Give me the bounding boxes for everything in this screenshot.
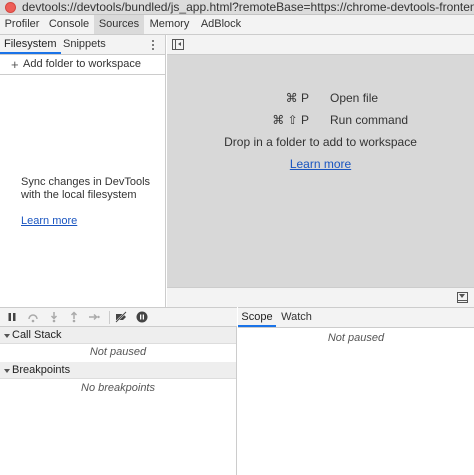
debugger-sidebar: Call Stack Not paused Breakpoints No bre… bbox=[0, 327, 237, 475]
open-file-shortcut: ⌘ P bbox=[285, 91, 309, 105]
editor-toolbar bbox=[167, 35, 474, 55]
call-stack-title: Call Stack bbox=[12, 329, 62, 341]
window-titlebar: devtools://devtools/bundled/js_app.html?… bbox=[0, 0, 474, 15]
tab-snippets[interactable]: Snippets bbox=[62, 35, 107, 54]
toggle-navigator-icon[interactable] bbox=[172, 39, 184, 50]
navigator-tab-bar: Filesystem Snippets bbox=[0, 35, 165, 55]
pause-on-exceptions-icon[interactable] bbox=[136, 311, 148, 323]
editor-pane: ⌘ P Open file ⌘ ⇧ P Run command Drop in … bbox=[167, 35, 474, 307]
toggle-debugger-icon[interactable] bbox=[457, 292, 468, 303]
tab-sources[interactable]: Sources bbox=[94, 15, 144, 34]
breakpoints-header[interactable]: Breakpoints bbox=[0, 362, 236, 379]
add-folder-label: Add folder to workspace bbox=[23, 58, 142, 70]
navigator-learn-more-link[interactable]: Learn more bbox=[21, 215, 77, 227]
tab-memory[interactable]: Memory bbox=[144, 15, 195, 34]
add-folder-button[interactable]: + Add folder to workspace bbox=[0, 55, 165, 75]
editor-learn-more-link[interactable]: Learn more bbox=[167, 157, 474, 171]
main-tab-bar: Profiler Console Sources Memory AdBlock bbox=[0, 15, 474, 35]
drop-folder-hint: Drop in a folder to add to workspace bbox=[224, 135, 417, 149]
more-options-icon[interactable] bbox=[149, 38, 157, 52]
step-icon[interactable] bbox=[88, 311, 100, 323]
breakpoints-title: Breakpoints bbox=[12, 364, 71, 376]
breakpoints-status: No breakpoints bbox=[81, 382, 155, 394]
pause-icon[interactable] bbox=[6, 311, 18, 323]
run-command-label: Run command bbox=[330, 113, 409, 127]
toolbar-divider bbox=[109, 311, 110, 324]
tab-filesystem[interactable]: Filesystem bbox=[0, 35, 61, 54]
plus-icon: + bbox=[11, 57, 19, 72]
editor-learn-more-text[interactable]: Learn more bbox=[290, 157, 351, 171]
deactivate-breakpoints-icon[interactable] bbox=[115, 311, 127, 323]
collapse-arrow-icon bbox=[4, 334, 10, 338]
tab-watch[interactable]: Watch bbox=[278, 308, 315, 327]
tab-adblock[interactable]: AdBlock bbox=[195, 15, 247, 34]
step-out-icon[interactable] bbox=[68, 311, 80, 323]
tab-profiler[interactable]: Profiler bbox=[0, 15, 44, 34]
tab-console[interactable]: Console bbox=[44, 15, 94, 34]
call-stack-header[interactable]: Call Stack bbox=[0, 327, 236, 344]
step-over-icon[interactable] bbox=[27, 311, 39, 323]
window-title: devtools://devtools/bundled/js_app.html?… bbox=[22, 0, 474, 14]
scope-status: Not paused bbox=[327, 332, 385, 344]
close-window-icon[interactable] bbox=[5, 2, 16, 13]
open-file-label: Open file bbox=[330, 91, 379, 105]
step-into-icon[interactable] bbox=[48, 311, 60, 323]
editor-status-bar bbox=[167, 287, 474, 307]
filesystem-empty-message: Sync changes in DevTools with the local … bbox=[21, 176, 151, 201]
call-stack-status: Not paused bbox=[89, 346, 147, 358]
tab-scope[interactable]: Scope bbox=[238, 308, 276, 327]
navigator-pane: Filesystem Snippets + Add folder to work… bbox=[0, 35, 166, 307]
collapse-arrow-icon bbox=[4, 369, 10, 373]
run-command-shortcut: ⌘ ⇧ P bbox=[272, 113, 309, 127]
debugger-toolbar bbox=[0, 307, 237, 327]
scope-watch-pane: Scope Watch Not paused bbox=[238, 307, 474, 475]
scope-watch-tab-bar: Scope Watch bbox=[238, 308, 474, 328]
